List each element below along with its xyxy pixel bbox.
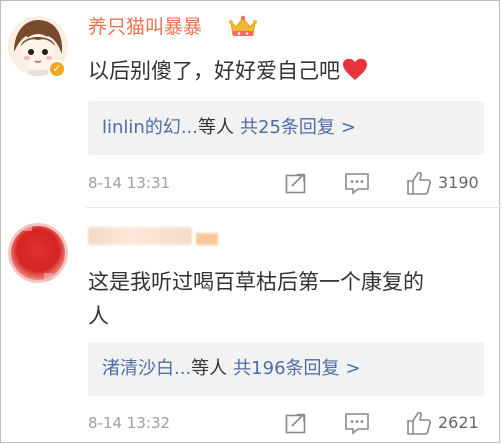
reply-count[interactable]: 共196条回复 xyxy=(233,358,339,379)
reply-suffix: 等人 xyxy=(191,358,228,379)
comment-text: 以后别傻了，好好爱自己吧 xyxy=(88,54,368,88)
timestamp: 8-14 13:32 xyxy=(88,414,171,432)
comment-item: ✓ 养只猫叫暴暴 以后别傻了，好好爱自己吧 linlin的幻...等人 共25条回… xyxy=(0,0,502,207)
like-count: 3190 xyxy=(438,173,479,192)
blurred-level-badge xyxy=(196,233,218,245)
comment-text-line: 这是我听过喝百草枯后第一个康复的 xyxy=(88,270,424,294)
reply-summary[interactable]: 渚清沙白...等人 共196条回复 > xyxy=(88,342,484,396)
blurred-username xyxy=(88,227,192,245)
reply-summary[interactable]: linlin的幻...等人 共25条回复 > xyxy=(88,101,484,155)
blurred-red-avatar-icon xyxy=(8,223,68,283)
comment-text-line: 人 xyxy=(88,304,109,328)
comment-divider xyxy=(86,207,502,208)
reply-summary-link[interactable]: 渚清沙白...等人 共196条回复 > xyxy=(102,342,361,396)
share-icon[interactable] xyxy=(284,171,308,195)
reply-names[interactable]: 渚清沙白... xyxy=(102,358,191,379)
reply-names[interactable]: linlin的幻... xyxy=(102,117,198,138)
username[interactable]: 养只猫叫暴暴 xyxy=(88,14,202,40)
avatar[interactable] xyxy=(8,223,68,283)
chevron-right-icon: > xyxy=(340,117,356,138)
like-count: 2621 xyxy=(438,413,479,432)
like-thumb-icon[interactable] xyxy=(406,170,432,196)
share-icon[interactable] xyxy=(284,411,308,435)
reply-summary-link[interactable]: linlin的幻...等人 共25条回复 > xyxy=(102,101,356,155)
heart-icon xyxy=(343,58,367,80)
comment-icon[interactable] xyxy=(344,171,370,195)
reply-suffix: 等人 xyxy=(198,117,234,138)
like-thumb-icon[interactable] xyxy=(406,410,432,436)
comment-text-line: 以后别傻了，好好爱自己吧 xyxy=(88,59,340,83)
reply-count[interactable]: 共25条回复 xyxy=(240,117,335,138)
comment-text: 这是我听过喝百草枯后第一个康复的 人 xyxy=(88,265,424,333)
timestamp: 8-14 13:31 xyxy=(88,174,171,192)
comment-icon[interactable] xyxy=(344,411,370,435)
comment-meta: 8-14 13:32 2621 xyxy=(88,408,488,438)
verified-badge-icon: ✓ xyxy=(48,60,66,78)
comment-meta: 8-14 13:31 3190 xyxy=(88,168,488,198)
chevron-right-icon: > xyxy=(345,358,361,379)
vip-crown-icon xyxy=(229,15,257,36)
